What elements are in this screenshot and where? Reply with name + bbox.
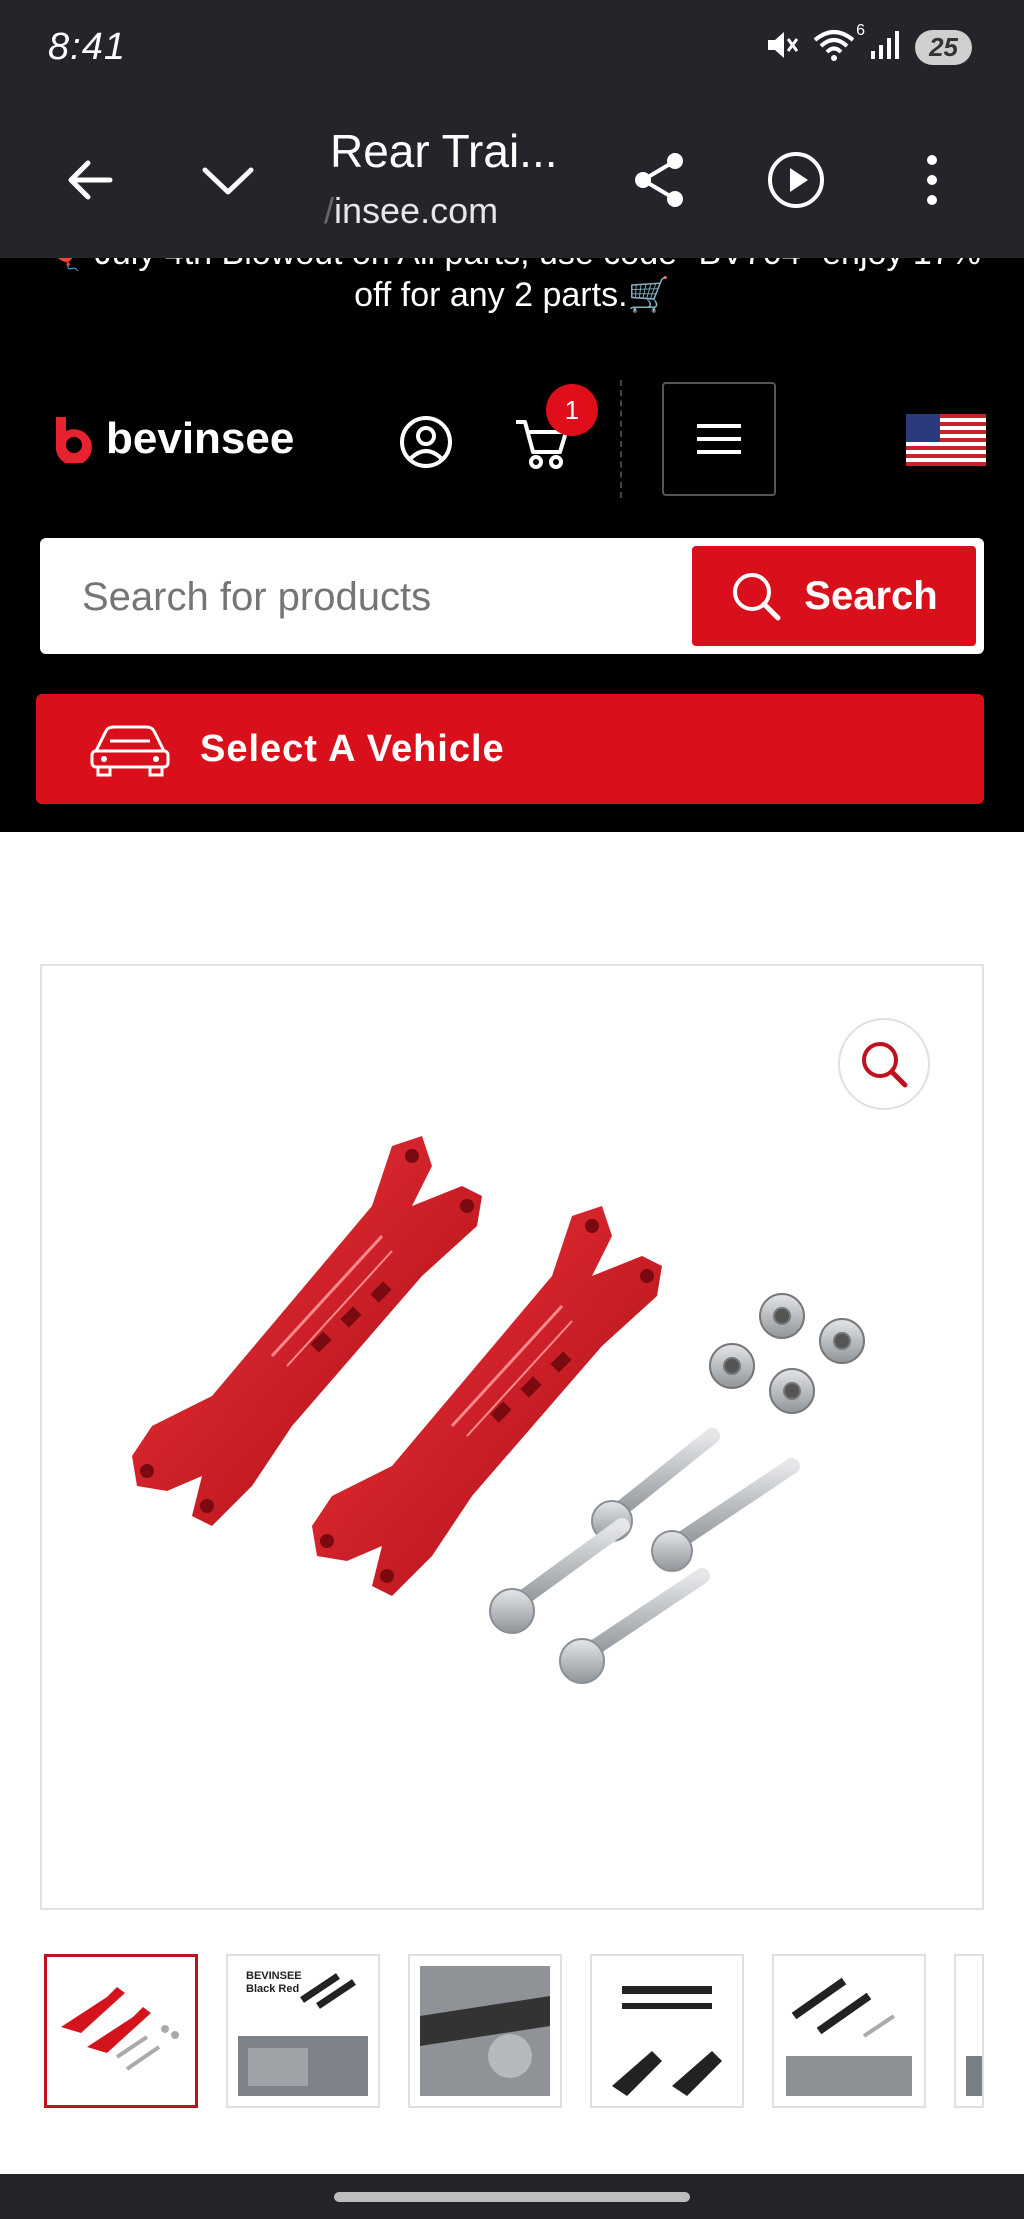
- logo[interactable]: bevinsee: [50, 414, 294, 464]
- status-bar: 8:41 6 25: [0, 0, 1024, 100]
- bolts: [489, 1428, 800, 1684]
- search-bar: Search: [40, 538, 984, 656]
- menu-button[interactable]: [662, 382, 776, 496]
- thumbnail-image: [420, 1966, 550, 2096]
- play-icon[interactable]: [756, 140, 836, 220]
- back-arrow-icon[interactable]: [50, 140, 130, 220]
- chevron-down-icon[interactable]: [188, 140, 268, 220]
- lock-nuts: [709, 1293, 865, 1414]
- more-vert-icon[interactable]: [892, 140, 972, 220]
- menu-icon: [697, 424, 741, 454]
- status-time: 8:41: [48, 26, 126, 68]
- mute-icon: [765, 28, 799, 67]
- share-icon[interactable]: [620, 140, 700, 220]
- promo-line-2: off for any 2 parts.: [354, 276, 628, 314]
- thumbnail-strip: BEVINSEE Black Red: [40, 1952, 984, 2112]
- thumbnail-image: [612, 1986, 722, 2096]
- select-vehicle-button[interactable]: Select A Vehicle: [36, 694, 984, 804]
- thumbnail-4[interactable]: [590, 1954, 744, 2108]
- logo-text: bevinsee: [106, 414, 295, 463]
- product-image-gallery[interactable]: [40, 964, 984, 1910]
- url-prefix: /: [324, 190, 335, 231]
- wifi-icon: 6: [813, 22, 865, 67]
- search-button[interactable]: Search: [692, 546, 976, 646]
- battery-icon: 25: [915, 30, 972, 65]
- search-icon: [733, 573, 781, 621]
- url-domain: insee.com: [334, 190, 499, 231]
- status-icons: 6 25: [765, 22, 972, 67]
- site-header: bevinsee 1 Search for products Search Se…: [0, 328, 1024, 832]
- header-divider: [620, 380, 622, 498]
- system-nav-bar: [0, 2174, 1024, 2219]
- network-badge: 6: [856, 22, 866, 39]
- account-icon[interactable]: [396, 412, 456, 472]
- thumbnail-5[interactable]: [772, 1954, 926, 2108]
- promo-line-1: July 4th Blowout on All parts, use code …: [95, 258, 981, 272]
- car-icon: [90, 725, 170, 777]
- cart-emoji-icon: 🛒: [627, 276, 670, 314]
- us-flag-icon[interactable]: [906, 414, 986, 466]
- thumbnail-image: [786, 1977, 912, 2096]
- thumbnail-6[interactable]: [954, 1954, 984, 2108]
- page-title[interactable]: Rear Trai...: [330, 124, 558, 178]
- thumbnail-1[interactable]: [44, 1954, 198, 2108]
- thumbnail-image: [966, 2056, 982, 2096]
- product-image: [132, 1136, 865, 1684]
- promo-text: 🎈 July 4th Blowout on All parts, use cod…: [0, 258, 1024, 316]
- cart-count-badge: 1: [546, 384, 598, 436]
- promo-banner: 🎈 July 4th Blowout on All parts, use cod…: [0, 258, 1024, 328]
- logo-mark-icon: [55, 417, 92, 463]
- thumbnail-2[interactable]: BEVINSEE Black Red: [226, 1954, 380, 2108]
- thumbnail-caption: BEVINSEE Black Red: [246, 1970, 302, 1995]
- search-input[interactable]: [80, 538, 724, 656]
- url-text[interactable]: /insee.com: [324, 190, 498, 232]
- select-vehicle-label: Select A Vehicle: [200, 727, 505, 770]
- zoom-button[interactable]: [838, 1018, 930, 1110]
- gesture-handle[interactable]: [334, 2192, 690, 2202]
- balloon-icon: 🎈: [43, 258, 85, 274]
- signal-icon: [869, 29, 901, 66]
- thumbnail-image: [61, 1987, 179, 2071]
- browser-toolbar: Rear Trai... /insee.com: [0, 100, 1024, 258]
- thumbnail-3[interactable]: [408, 1954, 562, 2108]
- search-button-label: Search: [804, 573, 938, 618]
- magnifier-icon: [862, 1042, 908, 1088]
